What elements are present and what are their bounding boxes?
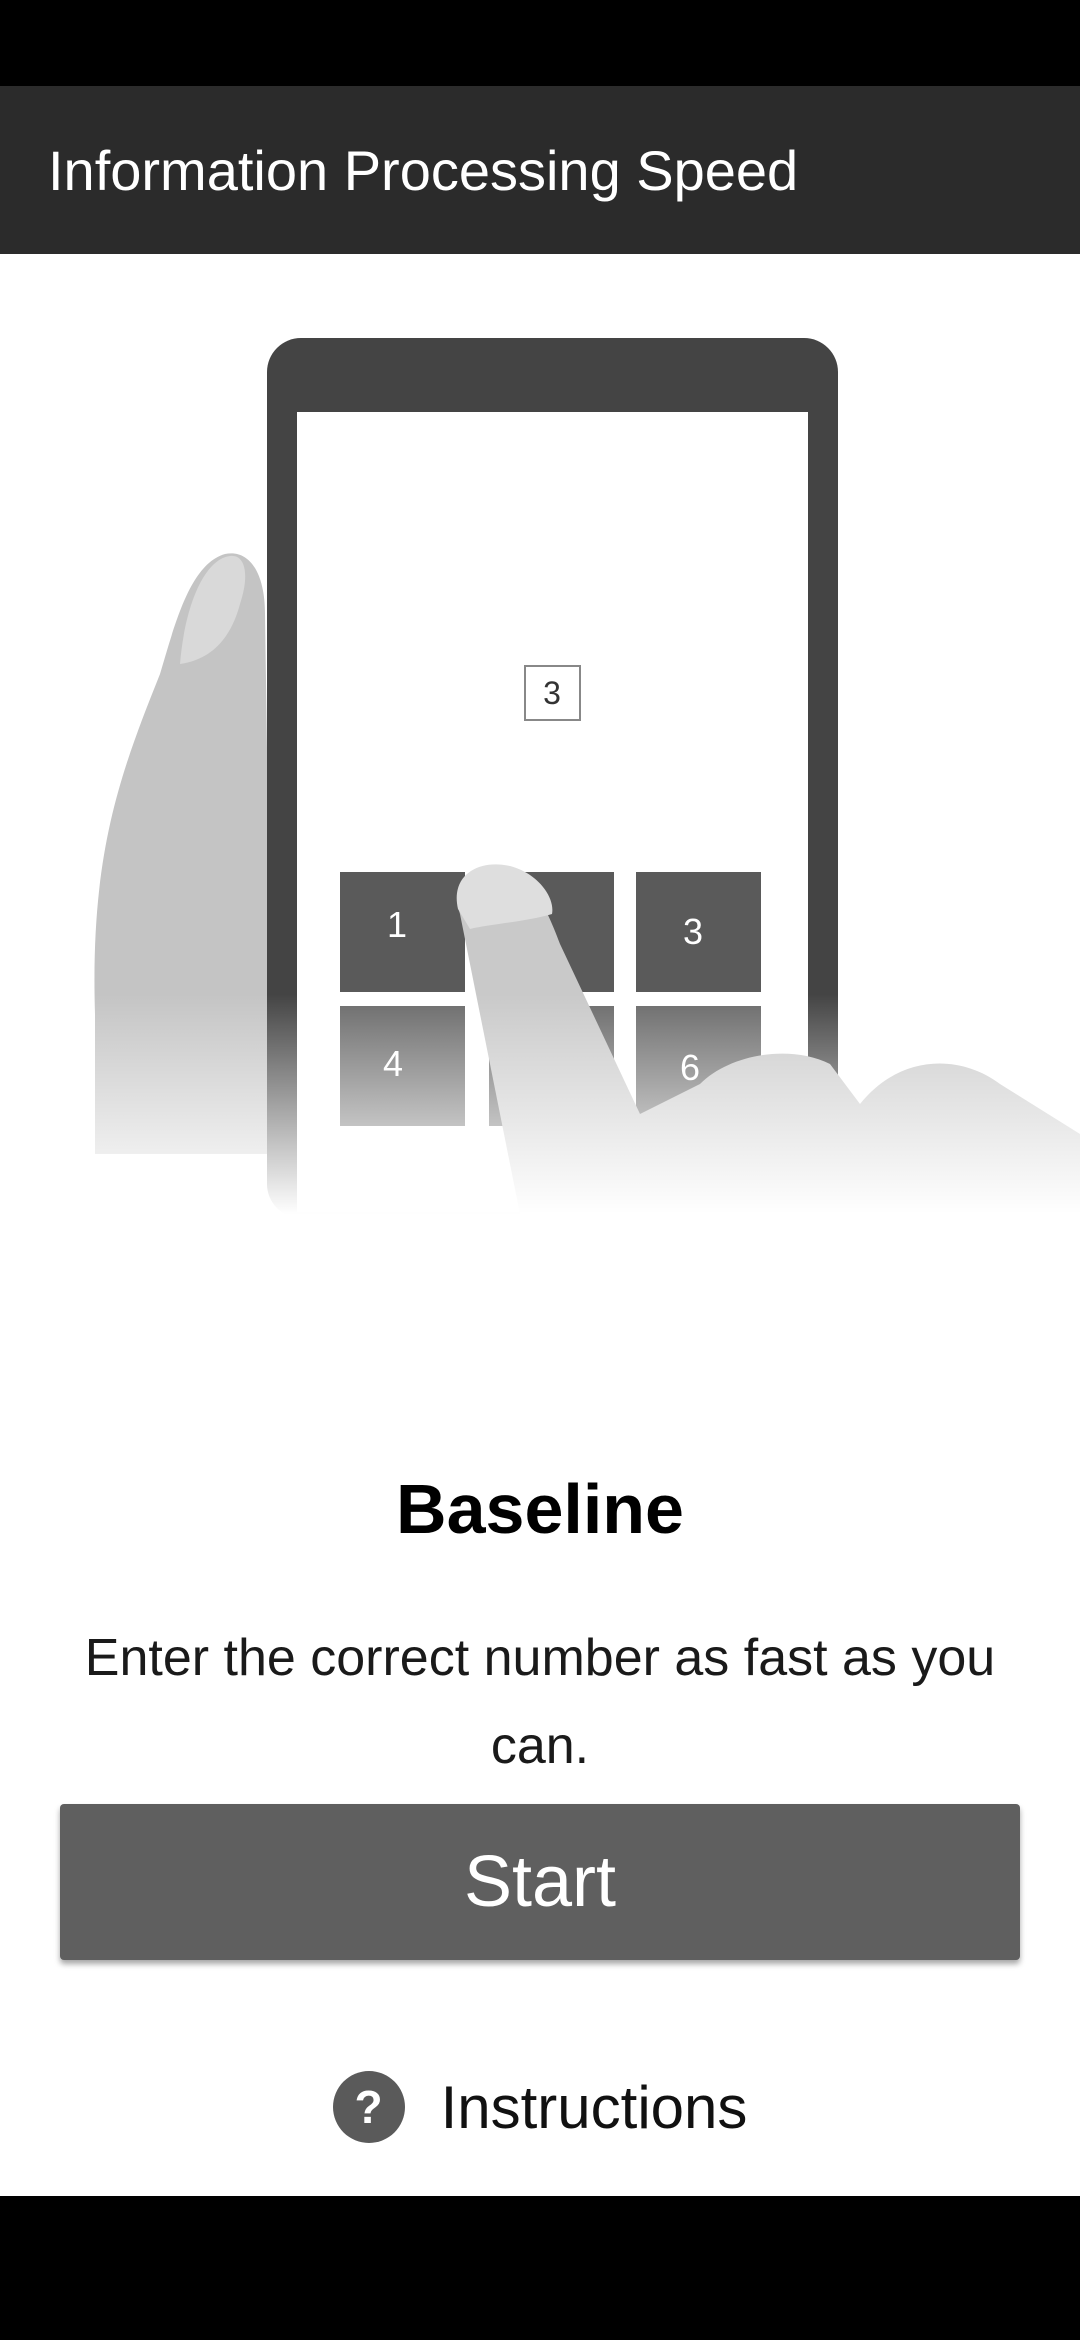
- key-label-3: 3: [683, 911, 703, 952]
- status-bar: [0, 0, 1080, 86]
- target-digit: 3: [543, 675, 561, 711]
- phone-tapping-illustration: 3 1 3 4 6: [0, 338, 1080, 1214]
- navigation-bar: [0, 2196, 1080, 2340]
- app-title: Information Processing Speed: [48, 138, 799, 202]
- key-label-1: 1: [387, 904, 407, 945]
- start-button-label: Start: [463, 1842, 617, 1922]
- instructions-link[interactable]: ? Instructions: [0, 2062, 1080, 2152]
- page-heading: Baseline: [396, 1470, 684, 1548]
- main-content: 3 1 3 4 6 Baseline Enter the correct num…: [0, 254, 1080, 2196]
- task-description: Enter the correct number as fast as you …: [84, 1629, 996, 1775]
- start-button[interactable]: Start: [60, 1804, 1020, 1960]
- instructions-label: Instructions: [440, 2073, 748, 2141]
- help-icon: ?: [332, 2071, 405, 2143]
- app-bar: Information Processing Speed: [0, 86, 1080, 254]
